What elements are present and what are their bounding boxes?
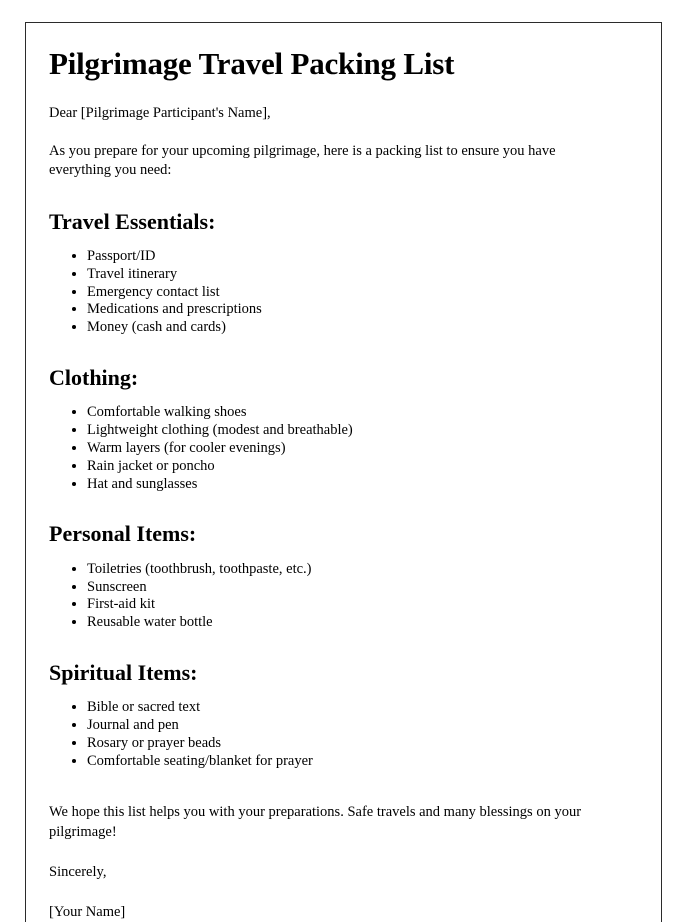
list-item: Lightweight clothing (modest and breatha… bbox=[87, 422, 633, 440]
list-item: Warm layers (for cooler evenings) bbox=[87, 440, 633, 458]
salutation-text: Dear [Pilgrimage Participant's Name], bbox=[49, 105, 271, 122]
list-item: Passport/ID bbox=[87, 248, 633, 266]
list-item: First-aid kit bbox=[87, 596, 633, 614]
closing-paragraph: We hope this list helps you with your pr… bbox=[49, 804, 582, 840]
list-item: Travel itinerary bbox=[87, 266, 633, 284]
list-item: Journal and pen bbox=[87, 717, 633, 735]
section-heading-clothing: Clothing: bbox=[49, 364, 139, 390]
list-item: Hat and sunglasses bbox=[87, 476, 633, 494]
list-item: Toiletries (toothbrush, toothpaste, etc.… bbox=[87, 561, 633, 579]
signoff-text: Sincerely, bbox=[49, 863, 107, 880]
list-item: Sunscreen bbox=[87, 579, 633, 597]
closing-block: We hope this list helps you with your pr… bbox=[49, 803, 633, 922]
list-item: Bible or sacred text bbox=[87, 699, 633, 717]
item-list-clothing: Comfortable walking shoes Lightweight cl… bbox=[49, 404, 633, 493]
section-heading-travel-essentials: Travel Essentials: bbox=[49, 208, 216, 234]
list-item: Money (cash and cards) bbox=[87, 319, 633, 337]
list-item: Medications and prescriptions bbox=[87, 301, 633, 319]
list-item: Rosary or prayer beads bbox=[87, 735, 633, 753]
list-item: Rain jacket or poncho bbox=[87, 458, 633, 476]
item-list-travel-essentials: Passport/ID Travel itinerary Emergency c… bbox=[49, 248, 633, 337]
list-item: Comfortable seating/blanket for prayer bbox=[87, 753, 633, 771]
section-heading-personal-items: Personal Items: bbox=[49, 521, 197, 547]
item-list-personal-items: Toiletries (toothbrush, toothpaste, etc.… bbox=[49, 561, 633, 632]
page-title: Pilgrimage Travel Packing List bbox=[49, 46, 455, 81]
section-heading-spiritual-items: Spiritual Items: bbox=[49, 659, 198, 685]
list-item: Comfortable walking shoes bbox=[87, 404, 633, 422]
document-body: Pilgrimage Travel Packing List Dear [Pil… bbox=[26, 23, 661, 922]
list-item: Emergency contact list bbox=[87, 284, 633, 302]
document-page: Pilgrimage Travel Packing List Dear [Pil… bbox=[25, 22, 662, 922]
signature-placeholder: [Your Name] bbox=[49, 903, 126, 920]
intro-paragraph: As you prepare for your upcoming pilgrim… bbox=[49, 143, 556, 179]
item-list-spiritual-items: Bible or sacred text Journal and pen Ros… bbox=[49, 699, 633, 770]
list-item: Reusable water bottle bbox=[87, 614, 633, 632]
